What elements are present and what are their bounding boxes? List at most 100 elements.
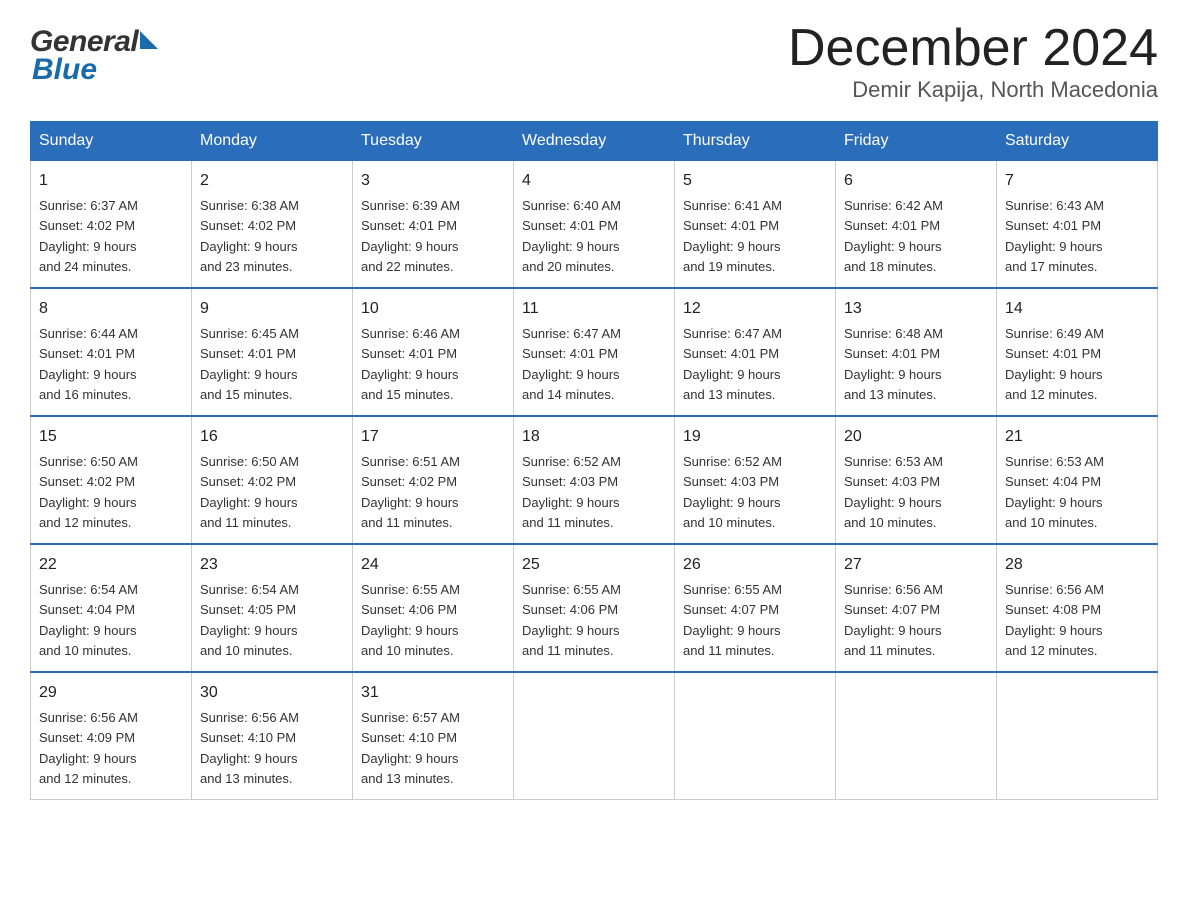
- table-row: 16 Sunrise: 6:50 AMSunset: 4:02 PMDaylig…: [192, 416, 353, 544]
- day-info: Sunrise: 6:47 AMSunset: 4:01 PMDaylight:…: [522, 326, 621, 402]
- day-info: Sunrise: 6:47 AMSunset: 4:01 PMDaylight:…: [683, 326, 782, 402]
- day-info: Sunrise: 6:56 AMSunset: 4:08 PMDaylight:…: [1005, 582, 1104, 658]
- calendar-header-row: Sunday Monday Tuesday Wednesday Thursday…: [31, 122, 1158, 161]
- logo-arrow-icon: [140, 31, 158, 49]
- day-number: 13: [844, 297, 988, 321]
- day-number: 27: [844, 553, 988, 577]
- day-number: 8: [39, 297, 183, 321]
- table-row: 27 Sunrise: 6:56 AMSunset: 4:07 PMDaylig…: [836, 544, 997, 672]
- calendar-week-row: 15 Sunrise: 6:50 AMSunset: 4:02 PMDaylig…: [31, 416, 1158, 544]
- day-info: Sunrise: 6:54 AMSunset: 4:04 PMDaylight:…: [39, 582, 138, 658]
- table-row: 18 Sunrise: 6:52 AMSunset: 4:03 PMDaylig…: [514, 416, 675, 544]
- day-number: 1: [39, 169, 183, 193]
- table-row: 1 Sunrise: 6:37 AMSunset: 4:02 PMDayligh…: [31, 161, 192, 289]
- table-row: 17 Sunrise: 6:51 AMSunset: 4:02 PMDaylig…: [353, 416, 514, 544]
- calendar-week-row: 22 Sunrise: 6:54 AMSunset: 4:04 PMDaylig…: [31, 544, 1158, 672]
- table-row: 13 Sunrise: 6:48 AMSunset: 4:01 PMDaylig…: [836, 288, 997, 416]
- month-year-title: December 2024: [788, 20, 1158, 77]
- day-number: 15: [39, 425, 183, 449]
- header: General Blue December 2024 Demir Kapija,…: [30, 20, 1158, 103]
- location-subtitle: Demir Kapija, North Macedonia: [788, 77, 1158, 103]
- day-number: 6: [844, 169, 988, 193]
- table-row: 3 Sunrise: 6:39 AMSunset: 4:01 PMDayligh…: [353, 161, 514, 289]
- day-info: Sunrise: 6:57 AMSunset: 4:10 PMDaylight:…: [361, 710, 460, 786]
- logo: General Blue: [30, 20, 158, 87]
- day-info: Sunrise: 6:53 AMSunset: 4:03 PMDaylight:…: [844, 454, 943, 530]
- table-row: 21 Sunrise: 6:53 AMSunset: 4:04 PMDaylig…: [997, 416, 1158, 544]
- table-row: 8 Sunrise: 6:44 AMSunset: 4:01 PMDayligh…: [31, 288, 192, 416]
- table-row: 31 Sunrise: 6:57 AMSunset: 4:10 PMDaylig…: [353, 672, 514, 800]
- day-number: 5: [683, 169, 827, 193]
- day-info: Sunrise: 6:50 AMSunset: 4:02 PMDaylight:…: [39, 454, 138, 530]
- table-row: 20 Sunrise: 6:53 AMSunset: 4:03 PMDaylig…: [836, 416, 997, 544]
- table-row: [514, 672, 675, 800]
- day-info: Sunrise: 6:40 AMSunset: 4:01 PMDaylight:…: [522, 198, 621, 274]
- day-number: 23: [200, 553, 344, 577]
- day-number: 17: [361, 425, 505, 449]
- table-row: 7 Sunrise: 6:43 AMSunset: 4:01 PMDayligh…: [997, 161, 1158, 289]
- table-row: 30 Sunrise: 6:56 AMSunset: 4:10 PMDaylig…: [192, 672, 353, 800]
- table-row: [836, 672, 997, 800]
- table-row: 28 Sunrise: 6:56 AMSunset: 4:08 PMDaylig…: [997, 544, 1158, 672]
- table-row: [675, 672, 836, 800]
- day-info: Sunrise: 6:44 AMSunset: 4:01 PMDaylight:…: [39, 326, 138, 402]
- calendar-week-row: 8 Sunrise: 6:44 AMSunset: 4:01 PMDayligh…: [31, 288, 1158, 416]
- table-row: 11 Sunrise: 6:47 AMSunset: 4:01 PMDaylig…: [514, 288, 675, 416]
- table-row: 24 Sunrise: 6:55 AMSunset: 4:06 PMDaylig…: [353, 544, 514, 672]
- day-number: 11: [522, 297, 666, 321]
- day-number: 31: [361, 681, 505, 705]
- col-tuesday: Tuesday: [353, 122, 514, 161]
- day-number: 14: [1005, 297, 1149, 321]
- day-number: 12: [683, 297, 827, 321]
- day-number: 2: [200, 169, 344, 193]
- day-info: Sunrise: 6:45 AMSunset: 4:01 PMDaylight:…: [200, 326, 299, 402]
- calendar-table: Sunday Monday Tuesday Wednesday Thursday…: [30, 121, 1158, 800]
- day-number: 25: [522, 553, 666, 577]
- table-row: 9 Sunrise: 6:45 AMSunset: 4:01 PMDayligh…: [192, 288, 353, 416]
- col-wednesday: Wednesday: [514, 122, 675, 161]
- day-info: Sunrise: 6:51 AMSunset: 4:02 PMDaylight:…: [361, 454, 460, 530]
- table-row: 25 Sunrise: 6:55 AMSunset: 4:06 PMDaylig…: [514, 544, 675, 672]
- day-info: Sunrise: 6:55 AMSunset: 4:06 PMDaylight:…: [522, 582, 621, 658]
- day-info: Sunrise: 6:39 AMSunset: 4:01 PMDaylight:…: [361, 198, 460, 274]
- table-row: [997, 672, 1158, 800]
- day-info: Sunrise: 6:37 AMSunset: 4:02 PMDaylight:…: [39, 198, 138, 274]
- table-row: 12 Sunrise: 6:47 AMSunset: 4:01 PMDaylig…: [675, 288, 836, 416]
- day-number: 18: [522, 425, 666, 449]
- calendar-week-row: 1 Sunrise: 6:37 AMSunset: 4:02 PMDayligh…: [31, 161, 1158, 289]
- day-info: Sunrise: 6:55 AMSunset: 4:07 PMDaylight:…: [683, 582, 782, 658]
- day-number: 20: [844, 425, 988, 449]
- day-info: Sunrise: 6:52 AMSunset: 4:03 PMDaylight:…: [522, 454, 621, 530]
- day-info: Sunrise: 6:56 AMSunset: 4:07 PMDaylight:…: [844, 582, 943, 658]
- table-row: 15 Sunrise: 6:50 AMSunset: 4:02 PMDaylig…: [31, 416, 192, 544]
- table-row: 29 Sunrise: 6:56 AMSunset: 4:09 PMDaylig…: [31, 672, 192, 800]
- day-info: Sunrise: 6:54 AMSunset: 4:05 PMDaylight:…: [200, 582, 299, 658]
- table-row: 19 Sunrise: 6:52 AMSunset: 4:03 PMDaylig…: [675, 416, 836, 544]
- day-info: Sunrise: 6:56 AMSunset: 4:09 PMDaylight:…: [39, 710, 138, 786]
- day-number: 29: [39, 681, 183, 705]
- day-number: 26: [683, 553, 827, 577]
- day-info: Sunrise: 6:49 AMSunset: 4:01 PMDaylight:…: [1005, 326, 1104, 402]
- day-number: 9: [200, 297, 344, 321]
- col-monday: Monday: [192, 122, 353, 161]
- day-info: Sunrise: 6:46 AMSunset: 4:01 PMDaylight:…: [361, 326, 460, 402]
- col-thursday: Thursday: [675, 122, 836, 161]
- day-info: Sunrise: 6:48 AMSunset: 4:01 PMDaylight:…: [844, 326, 943, 402]
- day-number: 3: [361, 169, 505, 193]
- day-info: Sunrise: 6:43 AMSunset: 4:01 PMDaylight:…: [1005, 198, 1104, 274]
- col-friday: Friday: [836, 122, 997, 161]
- day-number: 19: [683, 425, 827, 449]
- table-row: 4 Sunrise: 6:40 AMSunset: 4:01 PMDayligh…: [514, 161, 675, 289]
- day-number: 22: [39, 553, 183, 577]
- day-info: Sunrise: 6:41 AMSunset: 4:01 PMDaylight:…: [683, 198, 782, 274]
- table-row: 6 Sunrise: 6:42 AMSunset: 4:01 PMDayligh…: [836, 161, 997, 289]
- day-info: Sunrise: 6:42 AMSunset: 4:01 PMDaylight:…: [844, 198, 943, 274]
- day-number: 7: [1005, 169, 1149, 193]
- day-number: 4: [522, 169, 666, 193]
- table-row: 26 Sunrise: 6:55 AMSunset: 4:07 PMDaylig…: [675, 544, 836, 672]
- day-info: Sunrise: 6:38 AMSunset: 4:02 PMDaylight:…: [200, 198, 299, 274]
- title-area: December 2024 Demir Kapija, North Macedo…: [788, 20, 1158, 103]
- table-row: 10 Sunrise: 6:46 AMSunset: 4:01 PMDaylig…: [353, 288, 514, 416]
- day-number: 10: [361, 297, 505, 321]
- day-info: Sunrise: 6:50 AMSunset: 4:02 PMDaylight:…: [200, 454, 299, 530]
